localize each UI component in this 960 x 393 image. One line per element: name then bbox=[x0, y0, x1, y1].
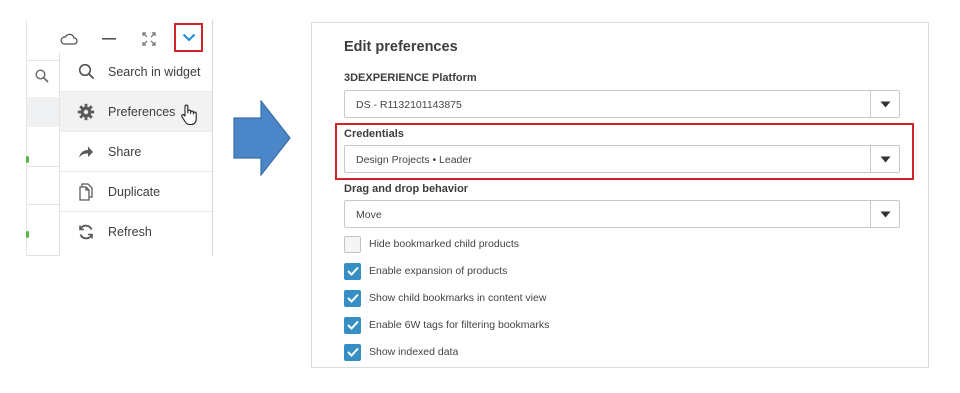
drag-drop-select[interactable]: Move bbox=[344, 200, 900, 228]
widget-content-behind bbox=[26, 61, 59, 255]
divider bbox=[27, 166, 59, 167]
menu-item-refresh[interactable]: Refresh bbox=[60, 212, 212, 252]
menu-item-label: Share bbox=[108, 144, 142, 159]
chevron-down-icon[interactable] bbox=[174, 23, 203, 52]
menu-item-duplicate[interactable]: Duplicate bbox=[60, 172, 212, 212]
content-row-band bbox=[27, 97, 59, 127]
platform-select[interactable]: DS - R1132101143875 bbox=[344, 90, 900, 118]
checkbox-checked[interactable] bbox=[344, 262, 361, 280]
dropdown-arrow-icon[interactable] bbox=[870, 91, 899, 117]
gear-icon bbox=[74, 100, 98, 124]
hand-cursor-icon bbox=[180, 104, 198, 131]
select-value: DS - R1132101143875 bbox=[356, 99, 462, 111]
checkbox-label: Show indexed data bbox=[369, 346, 459, 358]
checkbox-label: Enable expansion of products bbox=[369, 265, 508, 277]
checkbox-checked[interactable] bbox=[344, 343, 361, 361]
share-icon bbox=[74, 140, 98, 164]
menu-item-label: Preferences bbox=[108, 104, 176, 119]
duplicate-icon bbox=[74, 180, 98, 204]
dropdown-arrow-icon[interactable] bbox=[870, 201, 899, 227]
page-title: Edit preferences bbox=[344, 39, 458, 55]
checkbox-hide-bookmarked[interactable]: Hide bookmarked child products bbox=[344, 235, 519, 253]
status-dot bbox=[26, 231, 29, 238]
cloud-icon[interactable] bbox=[57, 28, 81, 50]
select-value: Design Projects • Leader bbox=[356, 154, 472, 166]
divider bbox=[27, 204, 59, 205]
checkbox-enable-expansion[interactable]: Enable expansion of products bbox=[344, 262, 507, 280]
dropdown-arrow-icon[interactable] bbox=[870, 146, 899, 172]
status-dot bbox=[26, 156, 29, 163]
menu-item-search-in-widget[interactable]: Search in widget bbox=[60, 52, 212, 92]
checkbox-label: Show child bookmarks in content view bbox=[369, 292, 547, 304]
minimize-icon[interactable] bbox=[97, 28, 121, 50]
menu-item-label: Duplicate bbox=[108, 184, 161, 199]
menu-item-share[interactable]: Share bbox=[60, 132, 212, 172]
field-label-platform: 3DEXPERIENCE Platform bbox=[344, 72, 477, 84]
search-icon bbox=[74, 60, 98, 84]
field-label-credentials: Credentials bbox=[344, 128, 404, 140]
refresh-icon bbox=[74, 220, 98, 244]
field-label-drag-drop: Drag and drop behavior bbox=[344, 183, 469, 195]
arrow-right-icon bbox=[233, 100, 291, 176]
checkbox-show-indexed-data[interactable]: Show indexed data bbox=[344, 343, 458, 361]
search-icon[interactable] bbox=[35, 69, 49, 88]
menu-item-label: Search in widget bbox=[108, 64, 201, 79]
select-value: Move bbox=[356, 209, 382, 221]
credentials-select[interactable]: Design Projects • Leader bbox=[344, 145, 900, 173]
widget-dropdown-menu: Search in widget Preferences Share Dupli… bbox=[59, 52, 212, 256]
expand-icon[interactable] bbox=[137, 28, 161, 50]
checkbox-checked[interactable] bbox=[344, 289, 361, 307]
checkbox-show-child-bookmarks[interactable]: Show child bookmarks in content view bbox=[344, 289, 546, 307]
menu-item-label: Refresh bbox=[108, 225, 152, 239]
widget-panel: Search in widget Preferences Share Dupli… bbox=[26, 20, 213, 256]
checkbox-checked[interactable] bbox=[344, 316, 361, 334]
checkbox[interactable] bbox=[344, 235, 361, 253]
checkbox-label: Enable 6W tags for filtering bookmarks bbox=[369, 319, 550, 331]
checkbox-enable-6w-tags[interactable]: Enable 6W tags for filtering bookmarks bbox=[344, 316, 549, 334]
preferences-panel: Edit preferences 3DEXPERIENCE Platform D… bbox=[311, 22, 929, 368]
checkbox-label: Hide bookmarked child products bbox=[369, 238, 519, 250]
